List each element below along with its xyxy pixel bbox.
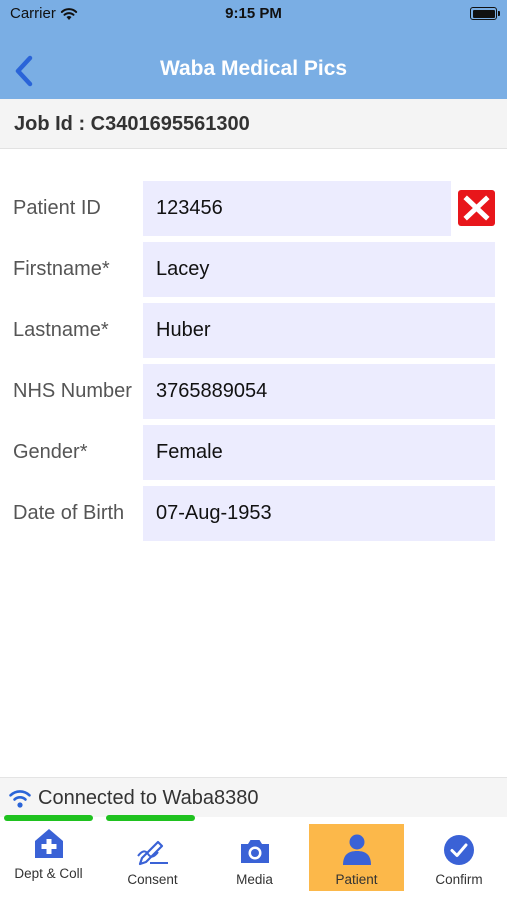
connection-status-bar: Connected to Waba8380 bbox=[0, 777, 507, 817]
date-of-birth-label: Date of Birth bbox=[13, 502, 125, 524]
patient-id-label: Patient ID bbox=[13, 197, 101, 219]
signature-icon bbox=[136, 840, 168, 866]
firstname-field[interactable]: Lacey bbox=[143, 242, 495, 297]
connection-status-text: Connected to Waba8380 bbox=[38, 787, 259, 809]
lastname-field[interactable]: Huber bbox=[143, 303, 495, 358]
gender-field[interactable]: Female bbox=[143, 425, 495, 480]
nhs-number-row: NHS Number 3765889054 bbox=[0, 364, 507, 419]
camera-icon bbox=[240, 840, 269, 863]
status-time: 9:15 PM bbox=[225, 5, 282, 22]
tab-consent[interactable]: Consent bbox=[104, 824, 201, 891]
tab-media-label: Media bbox=[236, 872, 273, 887]
tab-dept-coll-label: Dept & Coll bbox=[14, 866, 83, 881]
date-of-birth-field[interactable]: 07-Aug-1953 bbox=[143, 486, 495, 541]
wifi-icon bbox=[9, 790, 31, 808]
gender-row: Gender* Female bbox=[0, 425, 507, 480]
firstname-label: Firstname* bbox=[13, 258, 110, 280]
lastname-row: Lastname* Huber bbox=[0, 303, 507, 358]
date-of-birth-row: Date of Birth 07-Aug-1953 bbox=[0, 486, 507, 541]
tab-consent-label: Consent bbox=[127, 872, 178, 887]
status-bar: Carrier 9:15 PM bbox=[0, 0, 507, 30]
app-header: Carrier 9:15 PM Waba Medical Pics bbox=[0, 0, 507, 99]
tab-bar: Dept & Coll Consent Media Patient Confir… bbox=[0, 821, 507, 900]
check-circle-icon bbox=[444, 835, 474, 865]
tab-confirm-label: Confirm bbox=[435, 872, 483, 887]
tab-patient[interactable]: Patient bbox=[309, 824, 404, 891]
person-icon bbox=[342, 834, 371, 865]
tab-confirm[interactable]: Confirm bbox=[411, 824, 507, 891]
lastname-label: Lastname* bbox=[13, 319, 109, 341]
job-id-label: Job Id : C3401695561300 bbox=[14, 113, 250, 135]
nhs-number-field[interactable]: 3765889054 bbox=[143, 364, 495, 419]
navigation-bar: Waba Medical Pics bbox=[0, 40, 507, 99]
gender-label: Gender* bbox=[13, 441, 88, 463]
patient-id-field[interactable]: 123456 bbox=[143, 181, 451, 236]
page-title: Waba Medical Pics bbox=[159, 57, 348, 80]
tab-patient-label: Patient bbox=[335, 872, 378, 887]
nhs-number-label: NHS Number bbox=[13, 380, 132, 402]
close-icon bbox=[463, 195, 490, 221]
clear-patient-id-button[interactable] bbox=[458, 190, 495, 226]
hospital-icon bbox=[34, 829, 63, 858]
job-id-bar: Job Id : C3401695561300 bbox=[0, 99, 507, 149]
tab-media[interactable]: Media bbox=[206, 824, 303, 891]
firstname-row: Firstname* Lacey bbox=[0, 242, 507, 297]
battery-icon bbox=[470, 7, 500, 20]
patient-id-row: Patient ID 123456 bbox=[0, 181, 507, 236]
tab-dept-coll[interactable]: Dept & Coll bbox=[0, 824, 97, 891]
